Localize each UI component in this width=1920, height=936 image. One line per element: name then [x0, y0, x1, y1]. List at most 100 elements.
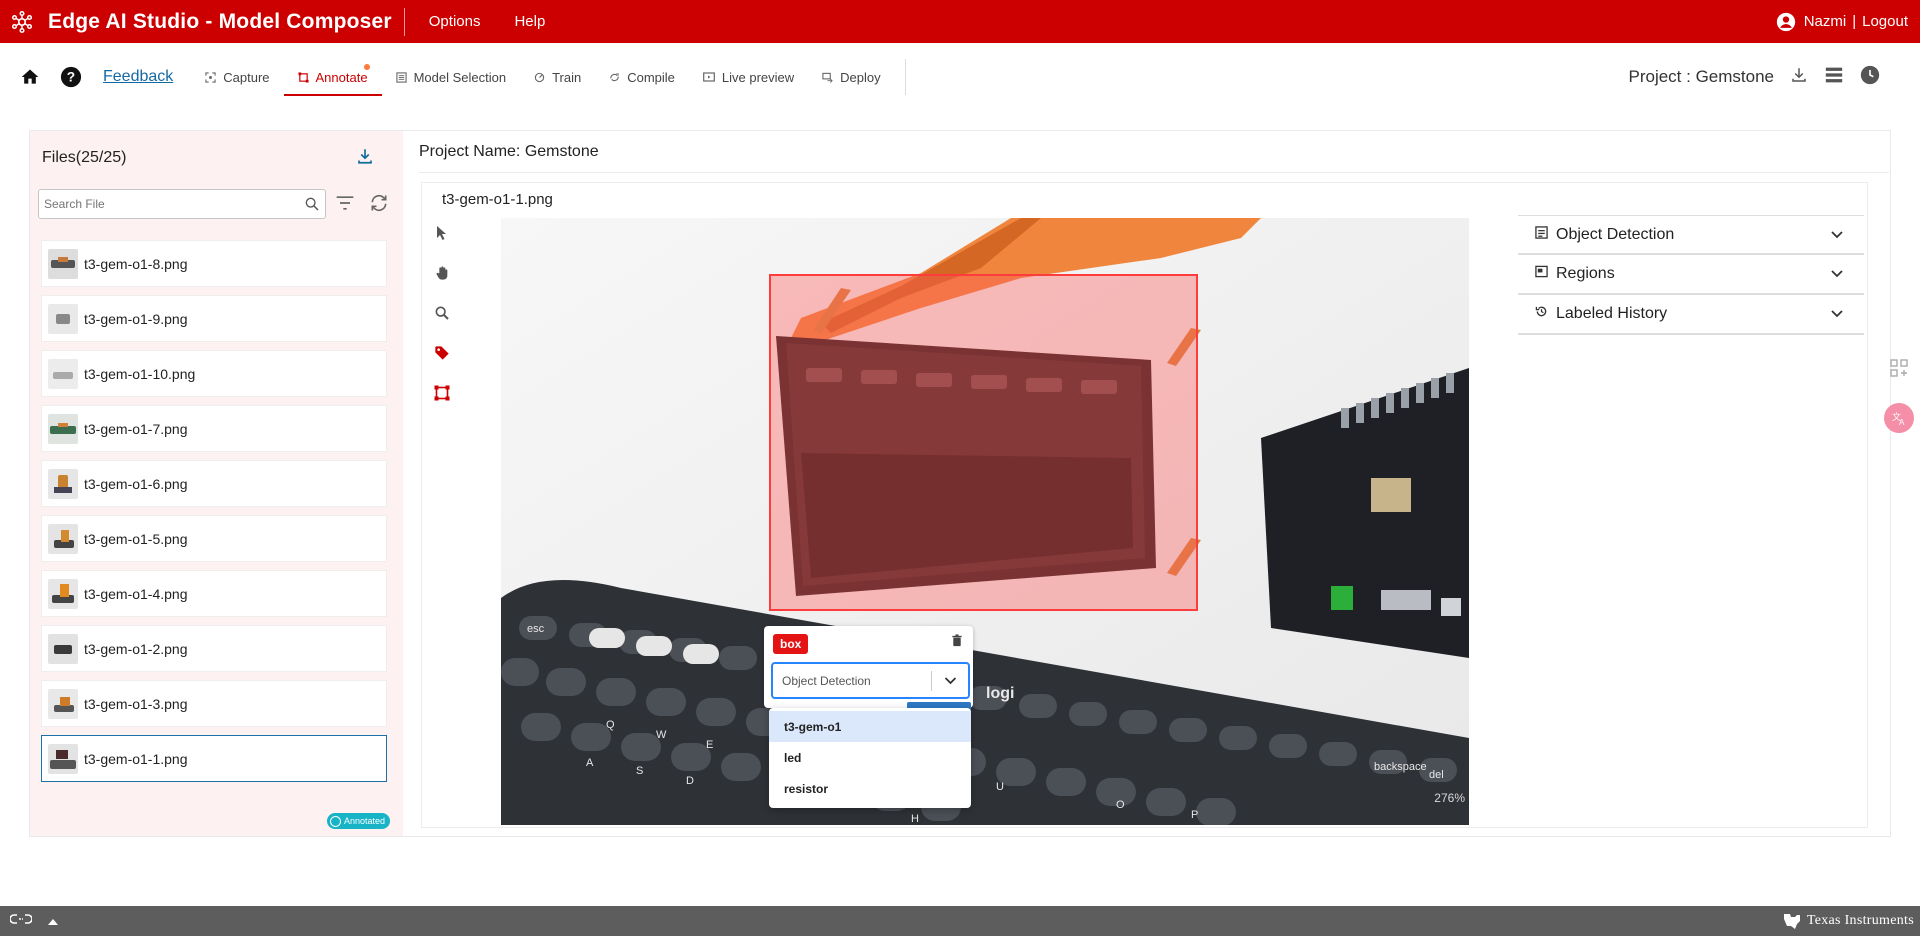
pan-hand-icon[interactable] — [432, 263, 452, 283]
apps-grid-icon[interactable] — [1884, 353, 1914, 383]
file-item[interactable]: t3-gem-o1-10.png — [41, 350, 387, 397]
file-item[interactable]: t3-gem-o1-5.png — [41, 515, 387, 562]
file-item[interactable]: t3-gem-o1-6.png — [41, 460, 387, 507]
file-name: t3-gem-o1-2.png — [84, 640, 188, 657]
label-option-led[interactable]: led — [769, 742, 971, 773]
zoom-icon[interactable] — [432, 303, 452, 323]
accordion-label: Labeled History — [1556, 305, 1668, 322]
app-logo-icon — [11, 10, 33, 33]
footer: Texas Instruments — [0, 906, 1920, 936]
file-item[interactable]: t3-gem-o1-9.png — [41, 295, 387, 342]
menu-help[interactable]: Help — [514, 13, 545, 30]
user-name[interactable]: Nazmi — [1804, 13, 1847, 30]
account-icon[interactable] — [1776, 12, 1796, 32]
file-thumbnail — [48, 248, 78, 279]
key-u: U — [996, 781, 1004, 793]
tab-live-preview[interactable]: Live preview — [689, 43, 808, 111]
accordion-object-detection[interactable]: Object Detection — [1518, 215, 1864, 255]
bounding-box-tool-icon[interactable] — [432, 383, 452, 403]
search-file-input[interactable] — [39, 197, 289, 211]
accordion-labeled-history[interactable]: Labeled History — [1518, 295, 1864, 335]
tag-icon[interactable] — [432, 343, 452, 363]
divider — [419, 172, 1889, 173]
file-item-selected[interactable]: t3-gem-o1-1.png — [41, 735, 387, 782]
menu-options[interactable]: Options — [429, 13, 481, 30]
annotated-badge: Annotated — [327, 813, 391, 829]
app-title: Edge AI Studio - Model Composer — [48, 9, 392, 33]
label-option-t3-gem-o1[interactable]: t3-gem-o1 — [769, 711, 971, 742]
file-name: t3-gem-o1-3.png — [84, 695, 188, 712]
download-project-icon[interactable] — [1790, 66, 1808, 89]
file-item[interactable]: t3-gem-o1-7.png — [41, 405, 387, 452]
tab-annotate-label: Annotate — [315, 69, 368, 85]
svg-text:?: ? — [67, 70, 75, 85]
search-icon[interactable] — [304, 196, 320, 217]
help-icon[interactable]: ? — [59, 65, 83, 89]
trash-icon[interactable] — [951, 634, 963, 652]
key-w: W — [656, 729, 667, 741]
key-h: H — [911, 813, 919, 825]
file-thumbnail — [48, 743, 78, 774]
tab-deploy[interactable]: Deploy — [808, 43, 894, 111]
image-canvas[interactable]: esc logi backspace del W E S D A Q U O P… — [501, 218, 1469, 825]
translate-icon[interactable]: 文A — [1884, 403, 1914, 433]
refresh-icon[interactable] — [369, 193, 389, 218]
train-icon — [534, 72, 545, 82]
key-logi: logi — [986, 685, 1014, 702]
tab-train-label: Train — [552, 69, 582, 85]
key-del: del — [1429, 769, 1444, 781]
tab-capture[interactable]: Capture — [191, 43, 283, 111]
annotation-type-tag: box — [773, 634, 809, 654]
file-thumbnail — [48, 413, 78, 444]
home-icon[interactable] — [18, 65, 42, 89]
select-pointer-icon[interactable] — [432, 223, 452, 243]
connection-icon[interactable] — [9, 912, 33, 930]
tab-live-preview-label: Live preview — [721, 69, 795, 85]
file-item[interactable]: t3-gem-o1-3.png — [41, 680, 387, 727]
logout-link[interactable]: Logout — [1862, 13, 1908, 30]
tab-train[interactable]: Train — [520, 43, 595, 111]
expand-up-icon[interactable] — [48, 912, 58, 930]
workflow-toolbar: ? Feedback Capture Annotate Model Select… — [0, 43, 1920, 111]
bounding-box-annotation[interactable] — [769, 274, 1198, 611]
tab-annotate[interactable]: Annotate — [283, 43, 382, 111]
accordion-label: Regions — [1556, 265, 1615, 282]
key-o: O — [1116, 799, 1125, 811]
accordion-regions[interactable]: Regions — [1518, 255, 1864, 295]
feedback-link[interactable]: Feedback — [103, 68, 173, 86]
annotated-label: Annotated — [344, 816, 386, 826]
download-files-icon[interactable] — [356, 147, 374, 170]
file-list: t3-gem-o1-8.png t3-gem-o1-9.png t3-gem-o… — [41, 240, 387, 790]
file-name: t3-gem-o1-4.png — [84, 585, 188, 602]
file-thumbnail — [48, 468, 78, 499]
label-option-resistor[interactable]: resistor — [769, 773, 971, 804]
chevron-down-icon — [1831, 226, 1843, 244]
file-thumbnail — [48, 303, 78, 334]
file-name: t3-gem-o1-7.png — [84, 420, 188, 437]
project-name: Project Name: Gemstone — [419, 143, 599, 160]
tab-compile[interactable]: Compile — [595, 43, 689, 111]
history-clock-icon[interactable] — [1860, 65, 1880, 90]
file-item[interactable]: t3-gem-o1-8.png — [41, 240, 387, 287]
filter-icon[interactable] — [335, 194, 355, 217]
files-panel: Files(25/25) t3-gem-o1-8.png t3-gem-o1-9… — [30, 131, 403, 836]
zoom-level: 276% — [1434, 791, 1465, 805]
app-header: Edge AI Studio - Model Composer Options … — [0, 0, 1920, 43]
list-view-icon[interactable] — [1824, 66, 1844, 89]
user-separator: | — [1852, 13, 1857, 30]
annotation-tools — [432, 223, 452, 423]
annotated-icon — [330, 815, 341, 827]
texas-instruments-logo-icon — [1783, 914, 1800, 929]
compile-icon — [610, 72, 619, 81]
file-item[interactable]: t3-gem-o1-2.png — [41, 625, 387, 672]
annotation-type-select[interactable]: Object Detection — [771, 662, 970, 699]
chevron-down-icon[interactable] — [932, 676, 968, 685]
regions-icon — [1535, 265, 1548, 283]
file-thumbnail — [48, 358, 78, 389]
tab-model-selection[interactable]: Model Selection — [382, 43, 521, 111]
key-esc: esc — [527, 623, 545, 635]
tab-compile-label: Compile — [627, 69, 675, 85]
file-item[interactable]: t3-gem-o1-4.png — [41, 570, 387, 617]
workflow-tabs: Capture Annotate Model Selection Train C… — [191, 43, 906, 111]
key-e: E — [706, 739, 713, 751]
